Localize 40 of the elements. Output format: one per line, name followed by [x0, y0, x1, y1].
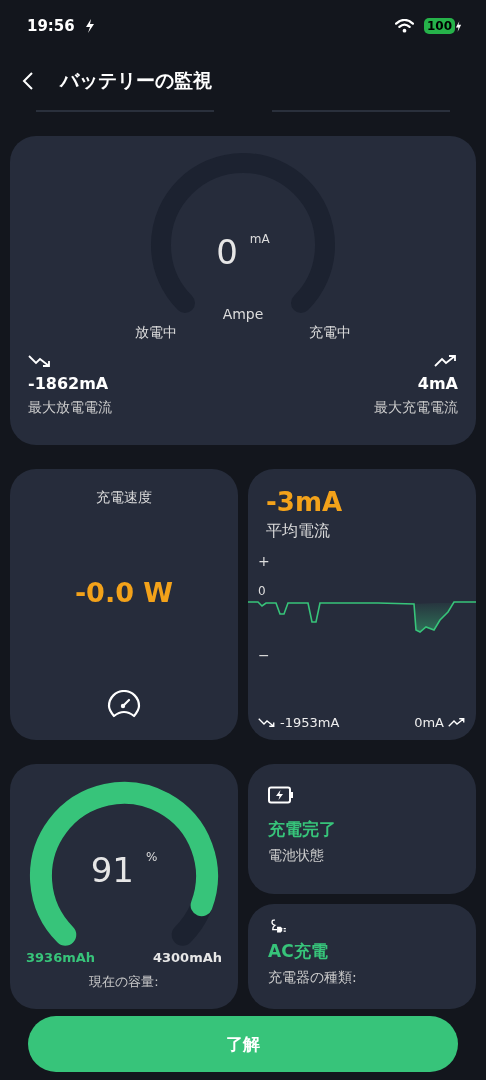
max-discharge-value: -1862mA: [28, 374, 110, 393]
average-current-value: -3mA: [265, 487, 344, 517]
axis-zero-label: 0: [258, 584, 266, 598]
trend-down-icon: [28, 354, 52, 368]
trend-down-icon: [258, 717, 276, 728]
screen-title: バッテリーの監視: [60, 68, 212, 93]
gauge-label: Ampe: [221, 306, 265, 322]
max-charge-value: 4mA: [417, 374, 458, 393]
discharging-label: 放電中: [135, 324, 177, 342]
power-value: -0.0 W: [74, 577, 174, 608]
info-value: 充電完了: [268, 818, 336, 841]
info-label: 電池状態: [268, 847, 324, 865]
max-current-value: 0mA: [414, 715, 444, 730]
current-capacity-value: 3936mAh: [26, 950, 96, 965]
back-icon[interactable]: [22, 71, 34, 91]
current-unit: mA: [249, 232, 270, 246]
info-label: 充電器の種類:: [268, 969, 357, 987]
charging-bolt-icon: [84, 19, 95, 33]
power-title: 充電速度: [96, 489, 152, 507]
charging-label: 充電中: [309, 324, 351, 342]
trend-up-icon: [434, 354, 458, 368]
axis-minus-label: −: [258, 648, 270, 662]
total-capacity-value: 4300mAh: [152, 950, 222, 965]
battery-charging-icon: [268, 786, 294, 804]
min-current-value: -1953mA: [280, 715, 340, 730]
battery-indicator: 100: [423, 18, 455, 34]
axis-plus-label: +: [258, 554, 270, 568]
wifi-icon: [394, 19, 414, 33]
max-charge-label: 最大充電電流: [374, 399, 458, 417]
average-current-label: 平均電流: [265, 521, 331, 542]
current-value: 0: [216, 232, 238, 272]
trend-up-icon: [448, 717, 466, 728]
status-time: 19:56: [27, 17, 75, 35]
max-discharge-label: 最大放電電流: [28, 399, 112, 417]
capacity-label: 現在の容量:: [89, 973, 159, 991]
percent-unit: %: [145, 850, 158, 864]
speedometer-icon: [107, 690, 141, 720]
capacity-percent: 91: [90, 850, 134, 890]
ok-button[interactable]: 了解: [28, 1016, 458, 1072]
info-value: AC充電: [268, 940, 328, 963]
